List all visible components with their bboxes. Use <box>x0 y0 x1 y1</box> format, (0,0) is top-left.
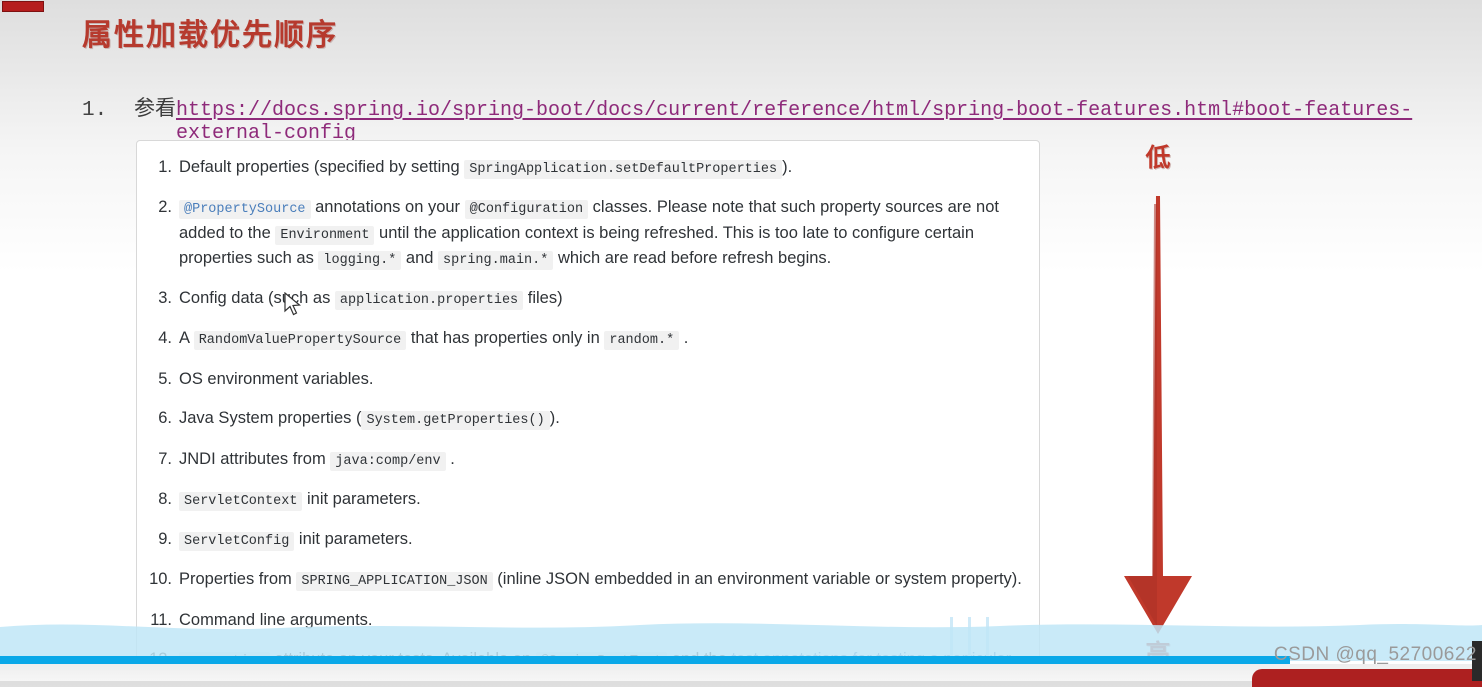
inline-text: (inline JSON embedded in an environment … <box>492 570 1022 589</box>
inline-text: init parameters. <box>294 530 413 548</box>
inline-code: Environment <box>275 225 375 245</box>
inline-text: . <box>445 449 455 468</box>
corner-red-marker <box>2 1 44 12</box>
priority-arrow-column: 低 高 <box>1098 138 1218 678</box>
inline-text: . <box>679 329 689 348</box>
inline-text: JNDI attributes from <box>179 449 331 468</box>
priority-list-item-number: 5. <box>158 369 172 388</box>
priority-list-item: 5. OS environment variables. <box>149 367 1029 392</box>
overlay-stripe <box>968 617 971 661</box>
priority-list-item-body: @PropertySource annotations on your @Con… <box>179 195 1029 271</box>
inline-text: files) <box>523 289 563 307</box>
inline-code: spring.main.* <box>438 250 554 270</box>
inline-text: which are read before refresh begins. <box>553 248 832 267</box>
priority-list-item: 7. JNDI attributes from java:comp/env . <box>149 447 1029 472</box>
csdn-watermark: CSDN @qq_52700622 <box>1273 644 1477 665</box>
inline-code: application.properties <box>334 291 524 310</box>
inline-code: SPRING_APPLICATION_JSON <box>296 572 493 592</box>
priority-list-item: 10. Properties from SPRING_APPLICATION_JS… <box>149 567 1029 592</box>
inline-text: OS environment variables. <box>179 369 374 388</box>
overlay-stripe <box>986 617 989 661</box>
priority-list-item-number: 4. <box>158 329 172 348</box>
inline-code: ServletContext <box>179 491 303 511</box>
inline-text: and <box>401 248 439 267</box>
priority-list-item: 9. ServletConfig init parameters. <box>149 527 1029 552</box>
reference-item: 1. 参看 https://docs.spring.io/spring-boot… <box>82 92 1442 145</box>
priority-list-item-body: ServletConfig init parameters. <box>179 527 1029 552</box>
inline-code-link[interactable]: @PropertySource <box>179 200 311 220</box>
inline-text: Properties from <box>179 570 297 589</box>
priority-list-item-body: OS environment variables. <box>179 367 1029 392</box>
priority-list-card: 1. Default properties (specified by setti… <box>136 140 1040 681</box>
priority-list-item-number: 1. <box>158 158 172 176</box>
mouse-cursor-icon <box>284 292 302 316</box>
priority-list-item-number: 11. <box>150 610 172 629</box>
inline-text: A <box>179 329 194 348</box>
inline-code: RandomValuePropertySource <box>193 331 407 351</box>
inline-text: init parameters. <box>302 489 421 508</box>
priority-list-item: 4. A RandomValuePropertySource that has p… <box>149 326 1029 351</box>
priority-list-item-number: 7. <box>158 449 172 468</box>
inline-code: ServletConfig <box>179 532 295 551</box>
inline-code: logging.* <box>318 250 402 270</box>
priority-list-item-body: Command line arguments. <box>179 608 1029 633</box>
page-title: 属性加载优先顺序 <box>82 19 338 52</box>
inline-code: @Configuration <box>464 200 589 220</box>
inline-code: SpringApplication.setDefaultProperties <box>464 160 783 179</box>
inline-text: Default properties (specified by setting <box>179 158 465 176</box>
priority-list-item-number: 8. <box>158 489 172 508</box>
inline-text: ). <box>549 409 560 428</box>
priority-list-item-number: 3. <box>158 289 172 307</box>
inline-text: Config data (such as <box>179 289 335 307</box>
priority-list-item-body: JNDI attributes from java:comp/env . <box>179 447 1029 472</box>
priority-list-item-number: 9. <box>158 530 172 548</box>
priority-list: 1. Default properties (specified by setti… <box>137 141 1039 680</box>
priority-list-item-body: Default properties (specified by setting… <box>179 155 1029 180</box>
priority-list-item-body: A RandomValuePropertySource that has pro… <box>179 326 1029 351</box>
priority-list-item-body: Java System properties (System.getProper… <box>179 406 1029 431</box>
priority-list-item: 8. ServletContext init parameters. <box>149 487 1029 512</box>
reference-item-prefix: 参看 <box>134 97 176 120</box>
progress-bar[interactable] <box>0 656 1290 664</box>
priority-list-item: 3. Config data (such as application.prope… <box>149 286 1029 311</box>
priority-list-item-body: Config data (such as application.propert… <box>179 286 1029 311</box>
arrow-low-label: 低 <box>1145 144 1171 172</box>
inline-text: Command line arguments. <box>179 610 373 629</box>
inline-code: random.* <box>604 331 680 351</box>
inline-code: System.getProperties() <box>361 411 550 431</box>
reference-item-number: 1. <box>82 99 108 122</box>
inline-text: that has properties only in <box>406 329 605 348</box>
down-arrow-icon <box>1124 196 1192 634</box>
inline-code: java:comp/env <box>330 451 446 471</box>
priority-list-item-body: Properties from SPRING_APPLICATION_JSON … <box>179 567 1029 592</box>
priority-list-item-number: 10. <box>149 570 172 589</box>
inline-text: annotations on your <box>310 198 465 217</box>
inline-text: ). <box>782 158 793 176</box>
inline-text: Java System properties ( <box>179 409 362 428</box>
priority-list-item: 11. Command line arguments. <box>149 608 1029 633</box>
priority-list-item: 6. Java System properties (System.getProp… <box>149 406 1029 431</box>
priority-list-item-number: 2. <box>158 198 172 217</box>
priority-list-item-number: 6. <box>158 409 172 428</box>
priority-list-item: 1. Default properties (specified by setti… <box>149 155 1029 180</box>
priority-list-item-body: ServletContext init parameters. <box>179 487 1029 512</box>
overlay-stripe <box>950 617 953 661</box>
bottom-red-tab <box>1252 669 1482 687</box>
priority-list-item: 2. @PropertySource annotations on your @C… <box>149 195 1029 271</box>
spring-docs-link[interactable]: https://docs.spring.io/spring-boot/docs/… <box>176 99 1442 145</box>
